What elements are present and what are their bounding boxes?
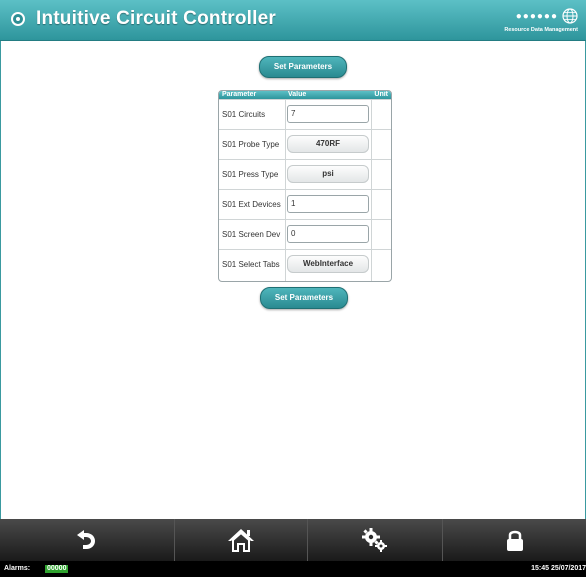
table-row: S01 Screen Dev 0	[219, 219, 391, 250]
brand-logo: ●●●●●● Resource Data Management	[478, 8, 578, 36]
settings-icon	[362, 528, 387, 552]
lock-icon	[506, 530, 523, 551]
param-label: S01 Probe Type	[222, 140, 280, 149]
column-header-parameter: Parameter	[222, 91, 257, 98]
param-label: S01 Select Tabs	[222, 260, 280, 269]
param-label: S01 Screen Dev	[222, 230, 281, 239]
home-button[interactable]	[175, 519, 308, 561]
table-row: S01 Circuits 7	[219, 99, 391, 130]
date-time: 15:45 25/07/2017	[531, 565, 586, 572]
alarms-label: Alarms:	[4, 565, 31, 572]
home-icon	[228, 529, 254, 552]
status-bar: Alarms: 00000 15:45 25/07/2017	[0, 561, 586, 577]
table-row: S01 Select Tabs WebInterface	[219, 249, 391, 280]
param-label: S01 Press Type	[222, 170, 279, 179]
parameters-table: Parameter Value Unit S01 Circuits 7 S01 …	[218, 90, 392, 282]
select-tabs-select[interactable]: WebInterface	[287, 255, 369, 273]
brand-dots-icon: ●●●●●●	[515, 11, 558, 22]
lock-button[interactable]	[443, 519, 586, 561]
alarm-count-badge[interactable]: 00000	[45, 565, 69, 573]
screen-dev-input[interactable]: 0	[287, 225, 369, 243]
param-label: S01 Circuits	[222, 110, 266, 119]
settings-button[interactable]	[308, 519, 443, 561]
table-header: Parameter Value Unit	[219, 91, 391, 99]
brand-name: Resource Data Management	[504, 27, 578, 33]
table-row: S01 Probe Type 470RF	[219, 129, 391, 160]
circuits-input[interactable]: 7	[287, 105, 369, 123]
probe-type-select[interactable]: 470RF	[287, 135, 369, 153]
table-row: S01 Ext Devices 1	[219, 189, 391, 220]
set-parameters-button-top[interactable]: Set Parameters	[259, 56, 347, 78]
title-bar: Intuitive Circuit Controller ●●●●●● Reso…	[0, 0, 586, 41]
page-title: Intuitive Circuit Controller	[36, 8, 276, 29]
param-label: S01 Ext Devices	[222, 200, 281, 209]
table-row: S01 Press Type psi	[219, 159, 391, 190]
back-button[interactable]	[0, 519, 175, 561]
back-icon	[77, 530, 95, 549]
column-header-value: Value	[288, 91, 307, 98]
app-status-icon	[11, 12, 25, 26]
ext-devices-input[interactable]: 1	[287, 195, 369, 213]
column-header-unit: Unit	[374, 91, 388, 98]
set-parameters-button-bottom[interactable]: Set Parameters	[260, 287, 348, 309]
press-type-select[interactable]: psi	[287, 165, 369, 183]
navigation-bar	[0, 519, 586, 561]
globe-icon	[562, 8, 578, 24]
